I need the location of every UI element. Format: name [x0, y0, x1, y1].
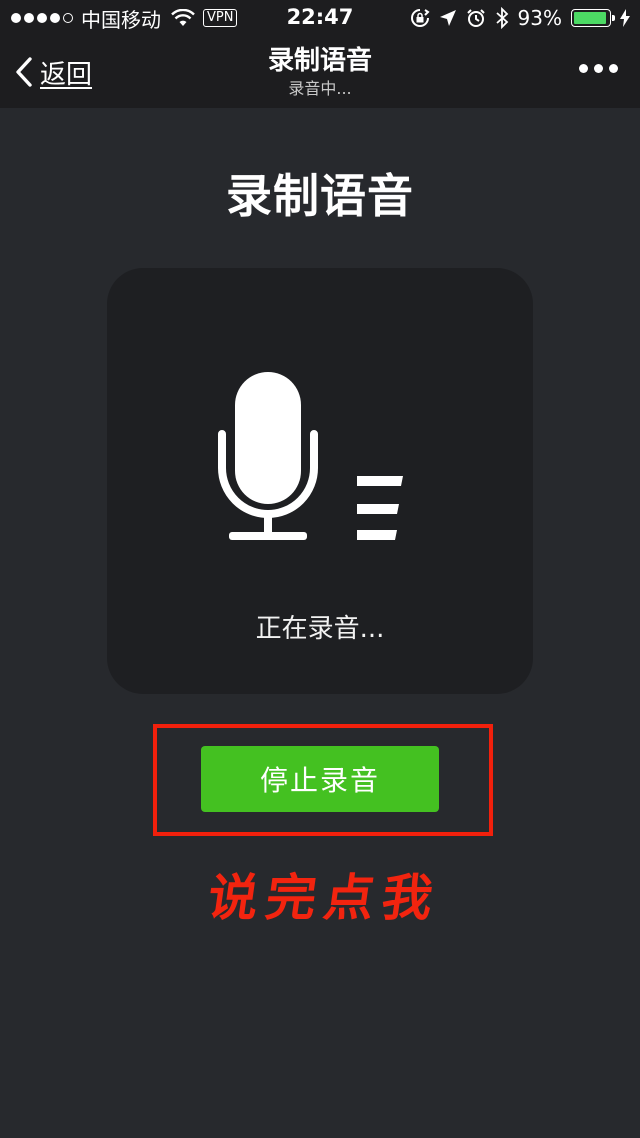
back-chevron-icon	[16, 57, 32, 87]
signal-icon	[11, 13, 73, 23]
battery-level-fill	[574, 12, 606, 24]
nav-title: 录制语音	[267, 46, 372, 76]
more-icon[interactable]	[579, 64, 618, 73]
battery-percent: 93%	[517, 6, 562, 30]
nav-bar: 返回 录制语音 录音中...	[0, 36, 640, 108]
stop-recording-button[interactable]: 停止录音	[201, 746, 439, 812]
status-bar: 中国移动 VPN 22:47 93%	[0, 0, 640, 36]
alarm-icon	[466, 9, 485, 27]
recorder-card: 正在录音...	[107, 268, 533, 694]
charging-bolt-icon	[620, 9, 630, 27]
wifi-icon	[171, 9, 195, 26]
back-button[interactable]: 返回	[14, 52, 92, 92]
nav-subtitle: 录音中...	[288, 79, 352, 98]
recording-status: 正在录音...	[255, 614, 385, 644]
page-heading: 录制语音	[226, 169, 414, 223]
volume-level-icon	[357, 476, 403, 540]
annotation-text: 说完点我	[204, 868, 445, 927]
battery-icon	[571, 9, 615, 27]
vpn-badge: VPN	[203, 9, 238, 27]
carrier-name: 中国移动	[81, 7, 161, 32]
lock-rotation-icon	[410, 9, 430, 27]
back-label: 返回	[40, 59, 93, 90]
microphone-icon	[218, 372, 318, 540]
location-arrow-icon	[439, 10, 456, 26]
bluetooth-icon	[495, 7, 508, 29]
